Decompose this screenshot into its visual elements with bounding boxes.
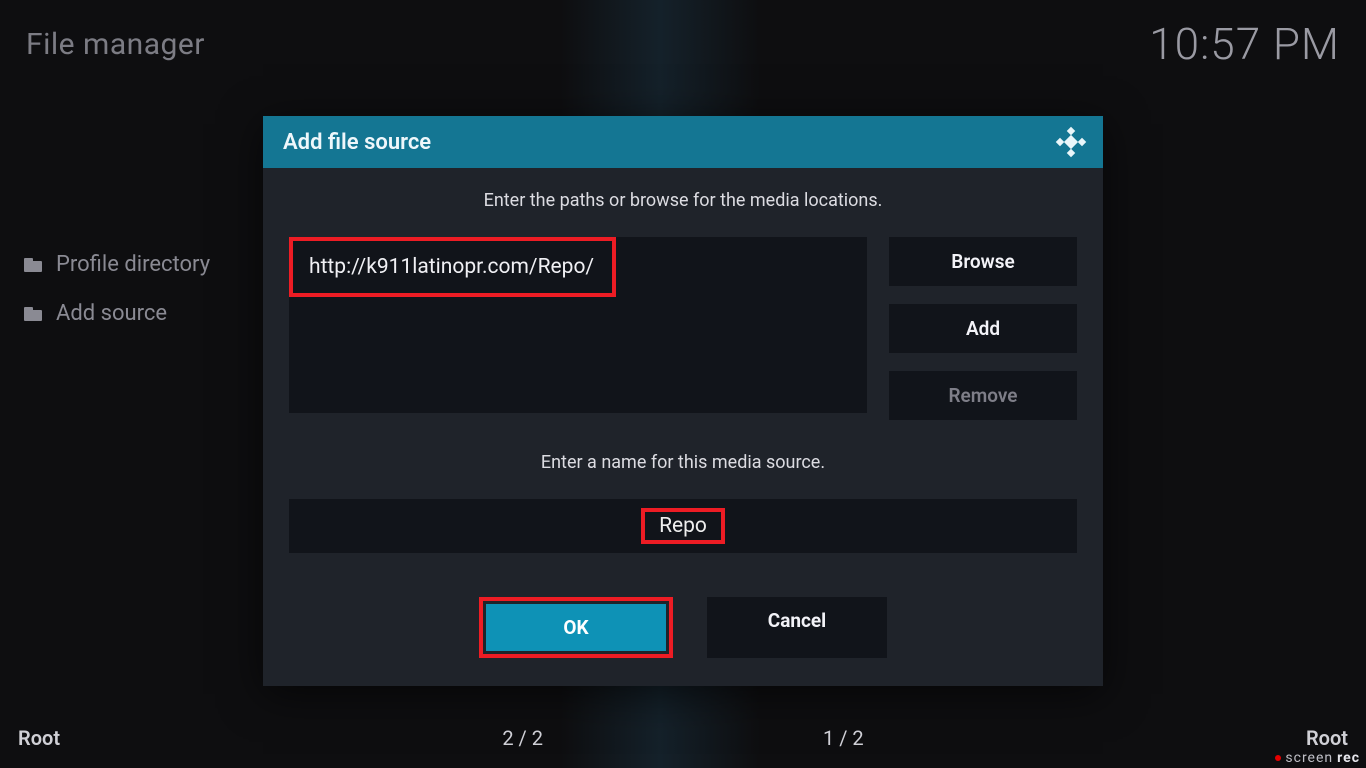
sidebar-item-add-source[interactable]: Add source — [20, 289, 250, 338]
clock: 10:57 PM — [1149, 18, 1340, 70]
dialog-titlebar: Add file source — [263, 116, 1103, 168]
record-dot-icon — [1275, 755, 1281, 761]
add-button[interactable]: Add — [889, 304, 1077, 353]
dialog-actions: OK Cancel — [289, 597, 1077, 658]
browse-button[interactable]: Browse — [889, 237, 1077, 286]
footer-pager: 2 / 2 1 / 2 — [18, 726, 1348, 750]
name-input-value: Repo — [651, 514, 715, 538]
footer-left-root: Root — [18, 726, 60, 750]
footer: Root 2 / 2 1 / 2 Root — [18, 726, 1348, 750]
watermark-text-2: rec — [1337, 750, 1360, 766]
pager-right: 1 / 2 — [823, 726, 864, 750]
top-bar: File manager 10:57 PM — [26, 18, 1340, 70]
folder-icon — [24, 307, 42, 321]
paths-instruction: Enter the paths or browse for the media … — [289, 190, 1077, 211]
dialog-title: Add file source — [283, 130, 431, 155]
sidebar-item-label: Profile directory — [56, 252, 210, 277]
highlight-path: http://k911latinopr.com/Repo/ — [289, 237, 616, 297]
sidebar: Profile directory Add source — [20, 240, 250, 338]
path-list[interactable]: http://k911latinopr.com/Repo/ — [289, 237, 867, 413]
name-input[interactable]: Repo — [289, 499, 1077, 553]
remove-button: Remove — [889, 371, 1077, 420]
side-buttons: Browse Add Remove — [889, 237, 1077, 420]
sidebar-item-profile-directory[interactable]: Profile directory — [20, 240, 250, 289]
name-instruction: Enter a name for this media source. — [289, 452, 1077, 473]
path-input[interactable]: http://k911latinopr.com/Repo/ — [293, 241, 610, 293]
kodi-logo-icon — [1055, 126, 1087, 158]
highlight-name: Repo — [641, 508, 725, 544]
add-file-source-dialog: Add file source Enter the paths or brows… — [263, 116, 1103, 686]
watermark-text-1: screen — [1285, 750, 1333, 766]
page-title: File manager — [26, 27, 205, 62]
ok-button[interactable]: OK — [486, 604, 666, 651]
cancel-button[interactable]: Cancel — [707, 597, 887, 658]
screenrec-watermark: screenrec — [1275, 750, 1360, 766]
pager-left: 2 / 2 — [502, 726, 543, 750]
sidebar-item-label: Add source — [56, 301, 167, 326]
dialog-body: Enter the paths or browse for the media … — [263, 168, 1103, 686]
name-section: Enter a name for this media source. Repo — [289, 452, 1077, 553]
folder-icon — [24, 258, 42, 272]
footer-right-root: Root — [1306, 726, 1348, 750]
highlight-ok: OK — [479, 597, 673, 658]
paths-row: http://k911latinopr.com/Repo/ Browse Add… — [289, 237, 1077, 420]
